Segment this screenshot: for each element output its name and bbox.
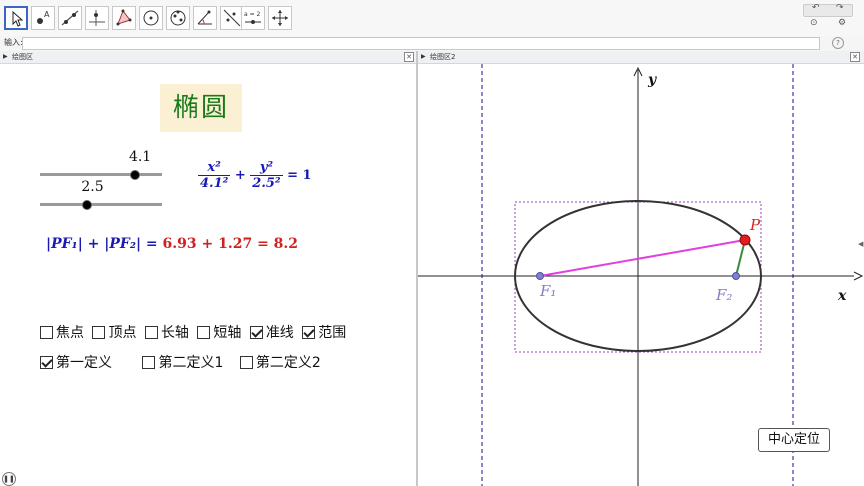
x-axis-label: x [837,288,847,304]
checkbox-row-1: 焦点 顶点 长轴 短轴 准线 范围 [40,322,350,342]
move-view-tool[interactable] [268,6,292,30]
conic-icon [170,10,186,26]
angle-icon [197,10,212,25]
page-title: 椭圆 [160,84,242,132]
undo-icon[interactable]: ↶ [812,3,820,13]
redo-icon[interactable]: ↷ [836,3,844,13]
checkbox-second-definition-1[interactable]: 第二定义1 [142,352,223,372]
right-graphics-panel: x y F₁ F₂ P [418,64,864,486]
move-view-icon [272,10,288,26]
svg-text:A: A [44,10,50,19]
undo-redo-group: ↶ ↷ [803,3,853,17]
point-tool[interactable]: A [31,6,55,30]
circle-icon [143,10,159,26]
right-panel-header: ▶ 绘图区2 ✕ [418,51,864,64]
checkbox-range[interactable]: 范围 [302,322,346,342]
close-icon[interactable]: ✕ [404,52,414,62]
slider-tool-text: a = 2 [244,11,261,18]
ellipse-equation: x² 4.1² + y² 2.5² = 1 [198,160,312,191]
slider-b-value: 2.5 [81,179,104,195]
checkbox-first-definition[interactable]: 第一定义 [40,352,112,372]
checkbox-focus[interactable]: 焦点 [40,322,84,342]
slider-icon: a = 2 [244,11,261,24]
focus-f1[interactable] [536,272,544,280]
polygon-tool[interactable] [112,6,136,30]
point-p-label: P [749,216,761,234]
arrow-cursor-icon [12,10,24,27]
input-help-icon[interactable]: ? [832,37,844,49]
checkbox-box-0[interactable] [40,326,53,339]
fraction-x: x² 4.1² [198,160,231,191]
segment-pf2 [735,239,746,277]
ellipse-graph: x y F₁ F₂ P [418,64,864,486]
fraction-y: y² 2.5² [250,160,283,191]
left-graphics-panel: 椭圆 4.1 2.5 x² 4.1² + y² 2.5² = 1 |PF₁| + |… [0,64,416,486]
input-bar: 输入: ? [0,36,864,52]
slider-a[interactable]: 4.1 [40,149,162,180]
point-icon: A [37,10,50,24]
side-panel-toggle-icon[interactable]: ◀ [858,240,863,248]
slider-b[interactable]: 2.5 [40,179,162,210]
center-position-button[interactable]: 中心定位 [758,428,830,452]
line-icon [61,10,79,26]
left-panel-title: 绘图区 [12,53,33,61]
checkbox-vertex[interactable]: 顶点 [92,322,136,342]
x-axis-arrow-icon [853,271,864,281]
left-panel-header: ▶ 绘图区 ✕ [0,51,416,64]
focus-f2-label: F₂ [715,286,732,304]
point-p[interactable] [739,234,751,246]
input-field[interactable] [22,37,820,50]
angle-tool[interactable] [193,6,217,30]
checkbox-minor-axis[interactable]: 短轴 [197,322,241,342]
move-tool[interactable] [4,6,28,30]
perpendicular-icon [89,10,105,26]
circle-tool[interactable] [139,6,163,30]
toolbar: A a = 2 ↶ ↷ ⊙ ⚙ [0,0,864,37]
slider-a-handle[interactable] [129,170,140,180]
perpendicular-tool[interactable] [85,6,109,30]
pause-icon[interactable]: ❚❚ [2,472,16,486]
input-label: 输入: [4,38,23,47]
slider-a-value: 4.1 [128,149,152,165]
right-panel-title: 绘图区2 [430,53,456,61]
collapse-triangle-icon[interactable]: ▶ [3,53,8,60]
checkbox-directrix[interactable]: 准线 [249,322,294,342]
collapse-triangle-icon[interactable]: ▶ [421,53,426,60]
help-icon[interactable]: ⊙ [810,18,818,28]
slider-b-handle[interactable] [82,200,93,210]
reflect-icon [223,9,241,27]
slider-tool[interactable]: a = 2 [241,6,265,30]
segment-pf1 [539,239,746,277]
close-icon[interactable]: ✕ [850,52,860,62]
checkbox-second-definition-2[interactable]: 第二定义2 [239,352,321,372]
focus-f1-label: F₁ [539,282,556,300]
checkbox-row-2: 第一定义 第二定义1 第二定义2 [40,352,321,372]
line-tool[interactable] [58,6,82,30]
conic-tool[interactable] [166,6,190,30]
focal-distance-sum: |PF₁| + |PF₂| = 6.93 + 1.27 = 8.2 [46,236,299,252]
checkbox-major-axis[interactable]: 长轴 [144,322,189,342]
gear-icon[interactable]: ⚙ [838,18,846,28]
polygon-icon [116,9,132,26]
focus-f2[interactable] [732,272,740,280]
y-axis-label: y [647,72,657,88]
